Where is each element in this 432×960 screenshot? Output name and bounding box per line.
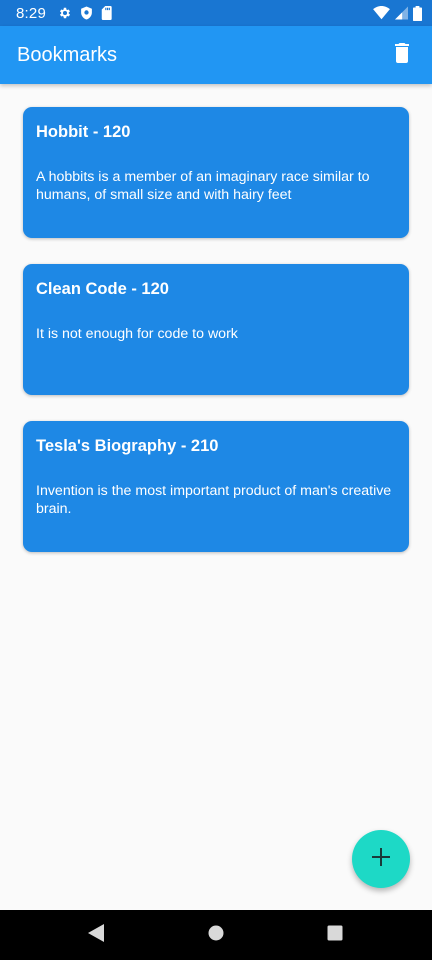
recents-icon <box>327 925 343 946</box>
battery-icon <box>413 5 422 21</box>
back-icon <box>88 923 104 947</box>
bookmark-card[interactable]: Hobbit - 120 A hobbits is a member of an… <box>23 107 409 238</box>
cell-signal-icon <box>395 6 408 20</box>
bookmark-title: Clean Code - 120 <box>36 280 169 298</box>
bookmark-title: Hobbit - 120 <box>36 123 131 141</box>
wifi-icon <box>373 6 390 20</box>
status-icons-left <box>58 6 113 20</box>
bookmark-description: Invention is the most important product … <box>36 483 392 517</box>
status-icons-right <box>373 5 422 21</box>
bookmark-title: Tesla's Biography - 210 <box>36 437 219 455</box>
add-icon <box>372 847 390 871</box>
status-time: 8:29 <box>16 4 46 22</box>
add-bookmark-button[interactable] <box>352 830 410 888</box>
shield-icon <box>80 6 93 20</box>
gear-icon <box>58 6 72 20</box>
delete-icon <box>394 42 410 68</box>
bookmark-description: A hobbits is a member of an imaginary ra… <box>36 169 370 203</box>
bookmark-card[interactable]: Clean Code - 120 It is not enough for co… <box>23 264 409 395</box>
bookmark-card[interactable]: Tesla's Biography - 210 Invention is the… <box>23 421 409 552</box>
navigation-bar <box>0 910 432 960</box>
home-icon <box>208 925 224 946</box>
home-button[interactable] <box>206 925 226 945</box>
status-bar: 8:29 <box>0 0 432 26</box>
bookmark-list: Hobbit - 120 A hobbits is a member of an… <box>23 107 409 578</box>
bookmark-description: It is not enough for code to work <box>36 326 238 342</box>
app-bar: Bookmarks <box>0 26 432 84</box>
sd-card-icon <box>101 6 113 20</box>
page-title: Bookmarks <box>17 43 118 66</box>
recents-button[interactable] <box>325 925 345 945</box>
delete-button[interactable] <box>388 41 416 69</box>
back-button[interactable] <box>86 923 106 947</box>
